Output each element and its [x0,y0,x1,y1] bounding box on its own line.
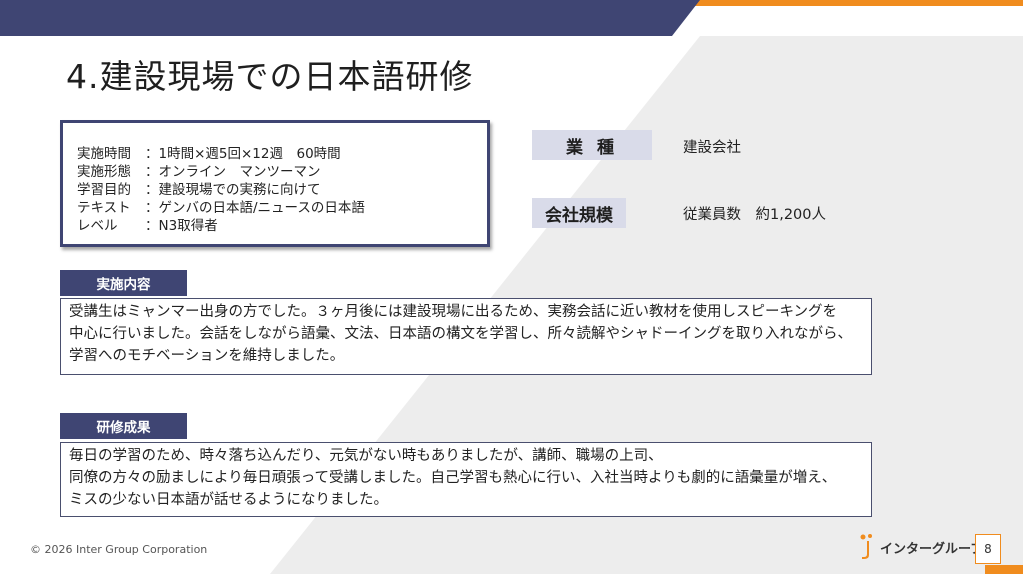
industry-value: 建設会社 [683,140,741,156]
results-line: ミスの少ない日本語が話せるようになりました。 [69,492,388,508]
page-number: 8 [975,534,1001,564]
info-key: 学習目的 [77,182,131,198]
info-row-textbook: テキスト ：ゲンバの日本語/ニュースの日本語 [77,199,487,217]
info-value: ：建設現場での実務に向けて [145,182,321,198]
info-row-format: 実施形態 ：オンライン マンツーマン [77,163,487,181]
company-logo: インターグループ [858,533,983,561]
logo-mark-icon [860,534,872,559]
info-value: ：ゲンバの日本語/ニュースの日本語 [145,200,365,216]
info-key: テキスト [77,200,131,216]
results-line: 同僚の方々の励ましにより毎日頑張って受講しました。自己学習も熱心に行い、入社当時… [69,470,837,486]
info-row-time: 実施時間 ：1時間×週5回×12週 60時間 [77,145,487,163]
copyright-text: © 2026 Inter Group Corporation [30,543,208,556]
results-line: 毎日の学習のため、時々落ち込んだり、元気がない時もありましたが、講師、職場の上司… [69,448,663,464]
page-number-accent [985,565,1023,574]
company-size-tag: 会社規模 [532,198,626,228]
logo-text: インターグループ [880,541,984,557]
info-value: ：1時間×週5回×12週 60時間 [145,146,341,162]
info-row-level: レベル ：N3取得者 [77,217,487,235]
content-line: 中心に行いました。会話をしながら語彙、文法、日本語の構文を学習し、所々読解やシャ… [69,326,852,342]
info-value: ：オンライン マンツーマン [145,164,321,180]
content-line: 学習へのモチベーションを維持しました。 [69,348,345,364]
company-size-value: 従業員数 約1,200人 [683,207,827,223]
slide-title: 4.建設現場での日本語研修 [66,57,474,96]
content-section-box: 受講生はミャンマー出身の方でした。３ヶ月後には建設現場に出るため、実務会話に近い… [60,298,872,375]
results-section-header: 研修成果 [60,413,187,439]
info-key: レベル [77,218,118,234]
training-info-box: 実施時間 ：1時間×週5回×12週 60時間 実施形態 ：オンライン マンツーマ… [60,120,490,247]
info-row-purpose: 学習目的 ：建設現場での実務に向けて [77,181,487,199]
top-accent-bar-navy [0,0,700,36]
info-value: ：N3取得者 [145,218,218,234]
top-accent-bar-orange [670,0,1023,6]
industry-tag: 業種 [532,130,652,160]
info-key: 実施時間 [77,146,131,162]
results-section-box: 毎日の学習のため、時々落ち込んだり、元気がない時もありましたが、講師、職場の上司… [60,442,872,517]
info-key: 実施形態 [77,164,131,180]
content-section-header: 実施内容 [60,270,187,296]
content-line: 受講生はミャンマー出身の方でした。３ヶ月後には建設現場に出るため、実務会話に近い… [69,304,838,320]
